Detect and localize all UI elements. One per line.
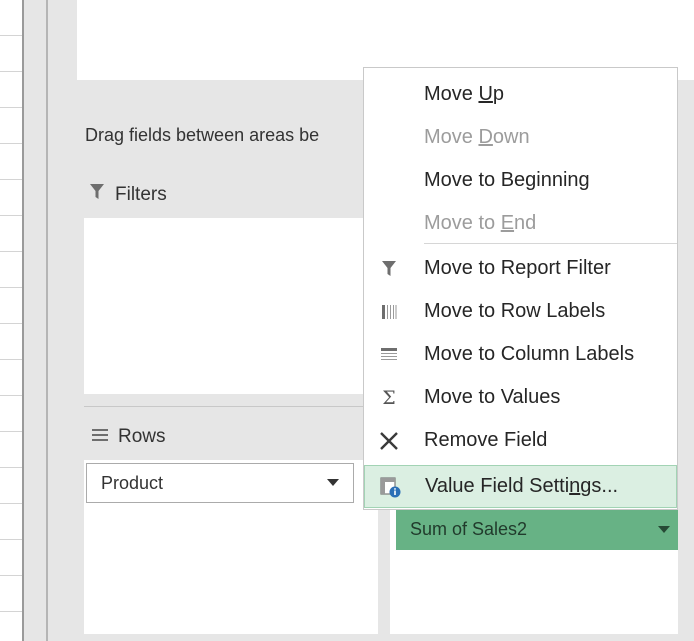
rows-icon [92, 426, 108, 448]
values-field-label: Sum of Sales2 [410, 518, 528, 539]
filters-label: Filters [115, 184, 167, 205]
menu-item-move-to-end: Move to End [424, 212, 537, 234]
filter-icon [89, 183, 105, 207]
rows-field-label: Product [101, 472, 164, 493]
sheet-border [22, 0, 24, 641]
values-field-sum-of-sales2[interactable]: Sum of Sales2 [396, 508, 678, 550]
menu-item-move-to-beginning[interactable]: Move to Beginning [364, 159, 677, 202]
field-settings-icon [377, 474, 403, 500]
dropdown-arrow-icon[interactable] [327, 479, 339, 486]
close-icon [376, 428, 402, 454]
rows-label: Rows [118, 426, 166, 447]
sigma-icon: Σ [382, 386, 396, 409]
dropdown-arrow-icon[interactable] [658, 526, 670, 533]
menu-item-remove-field[interactable]: Remove Field [364, 419, 677, 462]
menu-item-move-down: Move Down [424, 126, 530, 148]
rows-area-title: Rows [92, 426, 166, 448]
menu-item-move-to-values[interactable]: Σ Move to Values [364, 376, 677, 419]
menu-item-value-field-settings[interactable]: Value Field Settings... [364, 465, 677, 508]
menu-item-move-to-column-labels[interactable]: Move to Column Labels [364, 333, 677, 376]
menu-item-move-up[interactable]: Move Up [364, 73, 677, 116]
menu-item-move-to-report-filter[interactable]: Move to Report Filter [364, 247, 677, 290]
menu-item-move-to-row-labels[interactable]: Move to Row Labels [364, 290, 677, 333]
menu-separator [424, 243, 677, 244]
row-labels-icon [376, 299, 402, 325]
column-labels-icon [376, 342, 402, 368]
area-divider [84, 406, 374, 407]
field-context-menu: Move Up Move Down Move to Beginning Move… [363, 67, 678, 510]
filters-area-title: Filters [89, 183, 167, 207]
rows-field-product[interactable]: Product [86, 463, 354, 503]
filters-drop-area[interactable] [84, 218, 364, 394]
filter-icon [376, 256, 402, 282]
drag-fields-hint: Drag fields between areas be [85, 125, 320, 145]
spreadsheet-row-strip [0, 0, 22, 641]
